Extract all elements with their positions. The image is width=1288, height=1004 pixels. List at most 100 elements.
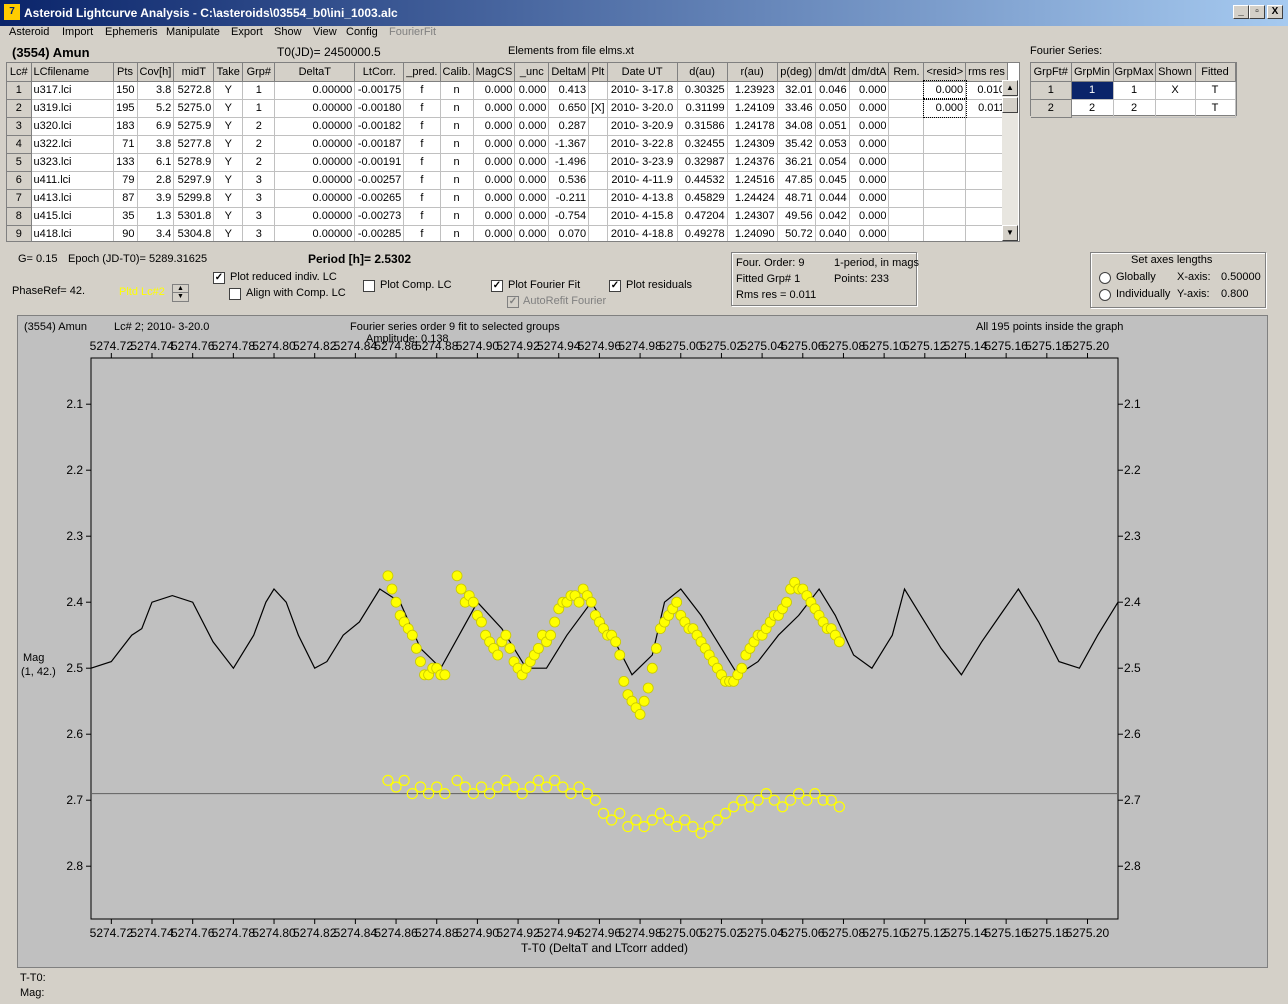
table-cell[interactable]: [888, 135, 925, 154]
scroll-down-arrow-icon[interactable]: ▼: [1002, 225, 1018, 241]
table-cell[interactable]: 5297.9: [173, 171, 215, 190]
table-cell[interactable]: n: [440, 189, 474, 208]
col-header[interactable]: Grp#: [242, 63, 276, 82]
col-header[interactable]: MagCS: [473, 63, 516, 82]
table-cell[interactable]: 2010- 3-22.8: [607, 135, 678, 154]
table-cell[interactable]: Y: [213, 207, 244, 226]
table-cell[interactable]: -1.496: [548, 153, 590, 172]
table-cell[interactable]: 0.00000: [274, 153, 356, 172]
table-cell[interactable]: 0.000: [473, 225, 516, 241]
table-cell[interactable]: 0.00000: [274, 135, 356, 154]
menu-manipulate[interactable]: Manipulate: [166, 26, 220, 38]
table-cell[interactable]: 2: [242, 153, 276, 172]
plot-comp-checkbox[interactable]: [363, 280, 375, 292]
xaxis-value[interactable]: 0.50000: [1221, 271, 1261, 283]
table-cell[interactable]: 34.08: [777, 117, 816, 136]
table-cell[interactable]: 1.24109: [727, 99, 778, 118]
minimize-button[interactable]: _: [1233, 5, 1249, 19]
table-cell[interactable]: 6.1: [137, 153, 175, 172]
table-cell[interactable]: [923, 207, 967, 226]
table-cell[interactable]: 71: [113, 135, 138, 154]
table-cell[interactable]: 0.00000: [274, 225, 356, 241]
table-cell[interactable]: 48.71: [777, 189, 816, 208]
table-cell[interactable]: Y: [213, 153, 244, 172]
table-cell[interactable]: 2.8: [137, 171, 175, 190]
table-cell[interactable]: f: [403, 135, 441, 154]
table-cell[interactable]: 0.000: [849, 81, 890, 100]
table-cell[interactable]: 0.000: [849, 135, 890, 154]
col-header[interactable]: LtCorr.: [354, 63, 405, 82]
table-cell[interactable]: Y: [213, 135, 244, 154]
table-cell[interactable]: 35: [113, 207, 138, 226]
table-cell[interactable]: u418.lci: [31, 225, 114, 241]
table-cell[interactable]: -0.00265: [354, 189, 405, 208]
table-cell[interactable]: 1: [242, 81, 276, 100]
table-cell[interactable]: 3.8: [137, 81, 175, 100]
table-cell[interactable]: 0.536: [548, 171, 590, 190]
table-cell[interactable]: Y: [213, 171, 244, 190]
table-cell[interactable]: 0.31199: [677, 99, 728, 118]
table-cell[interactable]: u317.lci: [31, 81, 114, 100]
table-cell[interactable]: 1.3: [137, 207, 175, 226]
col-header[interactable]: Rem.: [888, 63, 925, 82]
table-cell[interactable]: 0.000: [514, 189, 550, 208]
table-cell[interactable]: 1.24516: [727, 171, 778, 190]
table-cell[interactable]: 0.070: [548, 225, 590, 241]
plot-panel[interactable]: (3554) Amun Lc# 2; 2010- 3-20.0 Fourier …: [17, 315, 1268, 968]
fourier-cell[interactable]: [1155, 99, 1196, 118]
table-cell[interactable]: Y: [213, 81, 244, 100]
table-cell[interactable]: u415.lci: [31, 207, 114, 226]
table-cell[interactable]: 0.00000: [274, 189, 356, 208]
table-cell[interactable]: f: [403, 225, 441, 241]
table-cell[interactable]: 2010- 4-18.8: [607, 225, 678, 241]
table-cell[interactable]: 0.053: [815, 135, 850, 154]
table-cell[interactable]: 0.000: [473, 117, 516, 136]
table-cell[interactable]: [888, 171, 925, 190]
menu-show[interactable]: Show: [274, 26, 302, 38]
table-cell[interactable]: 0.000: [514, 207, 550, 226]
table-cell[interactable]: 49.56: [777, 207, 816, 226]
fourier-col-header[interactable]: GrpMax: [1113, 63, 1156, 82]
table-cell[interactable]: 3: [242, 189, 276, 208]
table-row[interactable]: 4 u322.lci 71 3.8 5277.8 Y 2 0.00000 -0.00187 f n 0…: [7, 135, 1008, 154]
table-cell[interactable]: [923, 153, 967, 172]
table-cell[interactable]: 150: [113, 81, 138, 100]
table-cell[interactable]: 0.000: [473, 153, 516, 172]
table-cell[interactable]: 0.044: [815, 189, 850, 208]
table-cell[interactable]: 0.045: [815, 171, 850, 190]
table-cell[interactable]: 0.000: [514, 117, 550, 136]
table-cell[interactable]: 0.000: [514, 135, 550, 154]
table-cell[interactable]: 0.000: [473, 99, 516, 118]
fourier-col-header[interactable]: GrpFt#: [1031, 63, 1072, 82]
close-button[interactable]: X: [1267, 5, 1283, 19]
table-cell[interactable]: n: [440, 99, 474, 118]
table-cell[interactable]: -0.00187: [354, 135, 405, 154]
col-header[interactable]: midT: [173, 63, 215, 82]
table-row[interactable]: 2 u319.lci 195 5.2 5275.0 Y 1 0.00000 -0.00180 f n…: [7, 98, 1008, 118]
table-cell[interactable]: [888, 153, 925, 172]
table-cell[interactable]: Y: [213, 225, 244, 241]
table-cell[interactable]: 3: [242, 171, 276, 190]
table-scrollbar[interactable]: ▲ ▼: [1002, 80, 1018, 241]
table-cell[interactable]: 0.00000: [274, 207, 356, 226]
table-cell[interactable]: 0.000: [849, 117, 890, 136]
table-cell[interactable]: 0.000: [473, 81, 516, 100]
col-header[interactable]: Date UT: [607, 63, 678, 82]
table-cell[interactable]: 183: [113, 117, 138, 136]
table-cell[interactable]: 0.000: [514, 153, 550, 172]
table-cell[interactable]: [888, 225, 925, 241]
col-header[interactable]: dm/dt: [815, 63, 850, 82]
table-cell[interactable]: 1.24090: [727, 225, 778, 241]
menu-asteroid[interactable]: Asteroid: [9, 26, 49, 38]
fourier-cell[interactable]: 2: [1113, 99, 1156, 118]
spin-down-icon[interactable]: ▼: [173, 293, 188, 301]
table-cell[interactable]: 0.47204: [677, 207, 728, 226]
table-cell[interactable]: 0.000: [473, 207, 516, 226]
table-cell[interactable]: [923, 135, 967, 154]
col-header[interactable]: d(au): [677, 63, 728, 82]
table-cell[interactable]: [588, 207, 608, 226]
table-cell[interactable]: 2: [242, 117, 276, 136]
fourier-cell[interactable]: 1: [1113, 81, 1156, 100]
table-cell[interactable]: u411.lci: [31, 171, 114, 190]
table-cell[interactable]: 0.000: [849, 225, 890, 241]
